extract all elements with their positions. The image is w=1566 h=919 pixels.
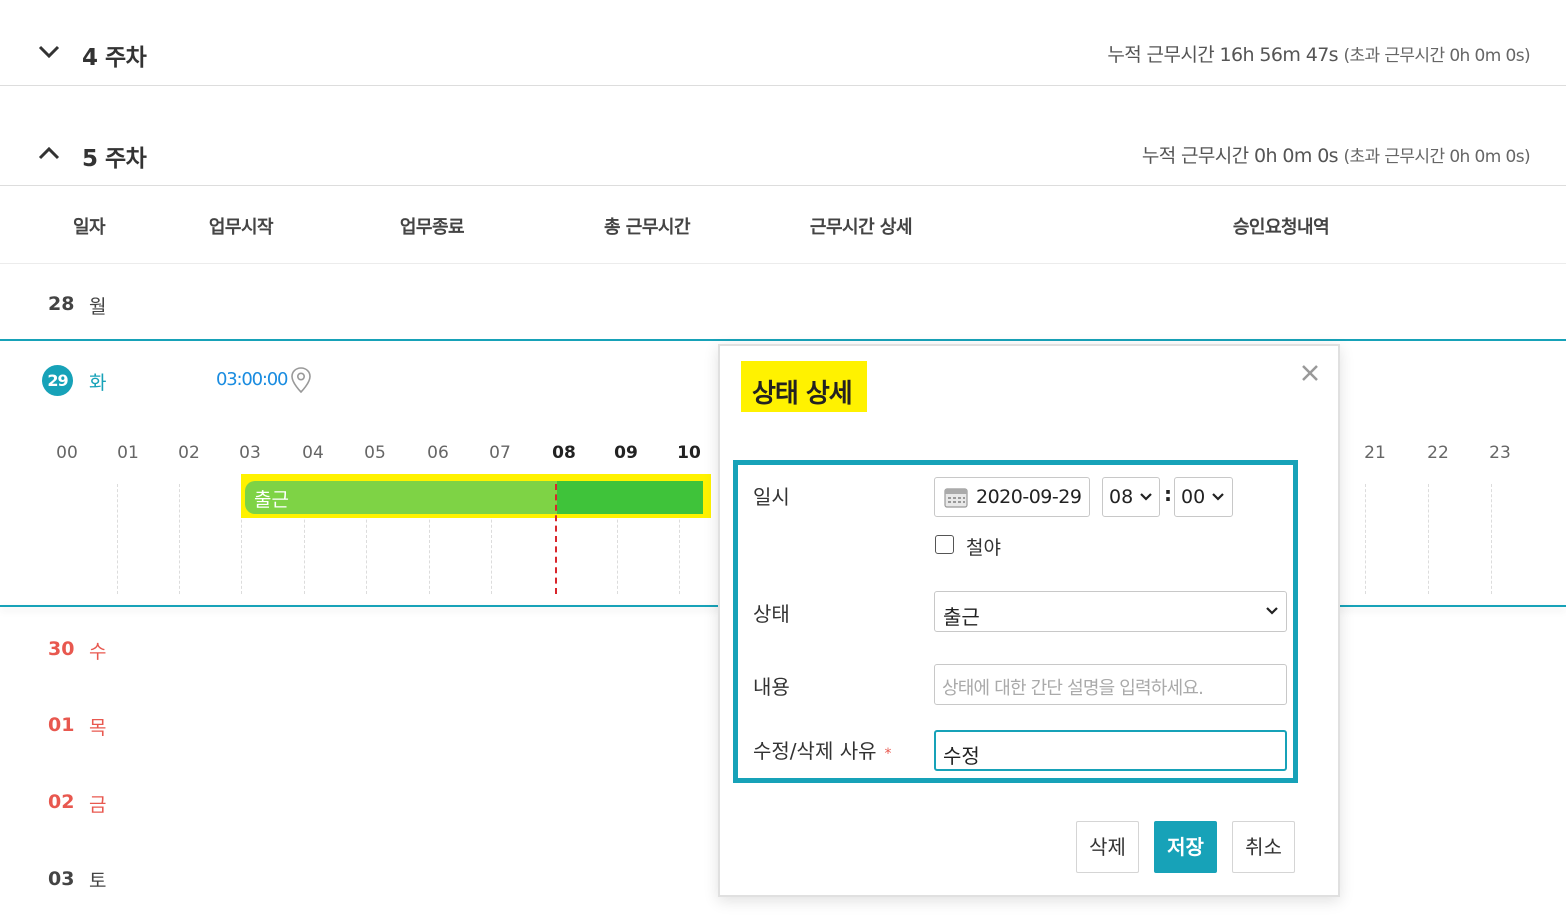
minute-value: 00 — [1181, 486, 1206, 508]
reason-label: 수정/삭제 사유 * — [753, 735, 892, 764]
hour-label: 09 — [614, 443, 638, 463]
hour-label: 01 — [117, 443, 139, 463]
work-status-bar[interactable] — [245, 481, 557, 514]
start-time[interactable]: 03:00:00 — [216, 369, 288, 390]
reason-label-text: 수정/삭제 사유 — [753, 739, 877, 763]
status-label: 상태 — [753, 602, 790, 626]
today-top-border — [0, 339, 1566, 341]
hour-label: 06 — [427, 443, 449, 463]
modal-title: 상태 상세 — [752, 379, 853, 409]
work-bar-label: 출근 — [254, 489, 289, 511]
hour-label: 22 — [1427, 443, 1449, 463]
day-number: 30 — [48, 638, 75, 660]
week-summary: 누적 근무시간 0h 0m 0s (초과 근무시간 0h 0m 0s) — [1141, 141, 1531, 168]
day-name: 금 — [89, 794, 107, 816]
overnight-label[interactable]: 철야 — [966, 533, 1001, 560]
week-4-row[interactable]: 4 주차 누적 근무시간 16h 56m 47s (초과 근무시간 0h 0m … — [0, 0, 1566, 86]
close-icon[interactable] — [1298, 361, 1322, 385]
location-pin-icon[interactable] — [289, 366, 313, 394]
col-header-date: 일자 — [72, 217, 106, 238]
chevron-down-icon — [1140, 493, 1152, 501]
day-name: 토 — [89, 870, 107, 892]
col-header-start: 업무시작 — [208, 217, 274, 238]
divider — [0, 85, 1566, 86]
hour-gridline — [1365, 484, 1366, 594]
divider — [0, 263, 1566, 264]
status-value: 출근 — [943, 605, 980, 629]
hour-label: 03 — [239, 443, 261, 463]
week-5-row[interactable]: 5 주차 누적 근무시간 0h 0m 0s (초과 근무시간 0h 0m 0s) — [0, 120, 1566, 186]
hour-label: 05 — [364, 443, 386, 463]
chevron-down-icon — [1266, 607, 1278, 615]
day-name: 월 — [89, 296, 107, 318]
cumulative-hours: 누적 근무시간 16h 56m 47s — [1107, 44, 1338, 66]
hour-label: 08 — [552, 443, 576, 463]
reason-input[interactable] — [934, 730, 1287, 771]
overtime-hours: (초과 근무시간 0h 0m 0s) — [1343, 147, 1530, 167]
overnight-checkbox[interactable] — [935, 535, 954, 554]
calendar-icon[interactable] — [944, 486, 968, 508]
hour-label: 02 — [178, 443, 200, 463]
content-label: 내용 — [753, 675, 790, 699]
day-name: 수 — [89, 641, 107, 663]
day-number: 02 — [48, 791, 75, 813]
content-placeholder: 상태에 대한 간단 설명을 입력하세요. — [942, 678, 1204, 699]
required-marker: * — [884, 746, 892, 762]
hour-label: 21 — [1364, 443, 1386, 463]
today-badge: 29 — [42, 365, 73, 396]
col-header-total: 총 근무시간 — [603, 217, 691, 238]
datetime-label: 일시 — [753, 485, 790, 509]
hour-label: 10 — [677, 443, 701, 463]
day-number: 01 — [48, 714, 75, 736]
save-button[interactable]: 저장 — [1154, 821, 1217, 873]
overtime-hours: (초과 근무시간 0h 0m 0s) — [1343, 46, 1530, 66]
chevron-down-icon — [1212, 493, 1224, 501]
time-separator: : — [1164, 482, 1172, 506]
cumulative-hours: 누적 근무시간 0h 0m 0s — [1141, 145, 1339, 167]
delete-button[interactable]: 삭제 — [1076, 821, 1139, 873]
hour-label: 23 — [1489, 443, 1511, 463]
col-header-approval: 승인요청내역 — [1232, 217, 1330, 238]
date-value: 2020-09-29 — [976, 486, 1082, 508]
day-name: 목 — [89, 717, 107, 739]
col-header-end: 업무종료 — [399, 217, 465, 238]
day-name: 화 — [89, 372, 107, 394]
day-number: 28 — [48, 293, 75, 315]
week-summary: 누적 근무시간 16h 56m 47s (초과 근무시간 0h 0m 0s) — [1107, 40, 1530, 67]
hour-label: 00 — [56, 443, 78, 463]
hour-gridline — [1491, 484, 1492, 594]
chevron-down-icon[interactable] — [36, 39, 62, 65]
reason-value: 수정 — [943, 744, 980, 768]
col-header-detail: 근무시간 상세 — [809, 217, 913, 238]
cancel-button[interactable]: 취소 — [1232, 821, 1295, 873]
work-status-bar-current[interactable] — [557, 481, 703, 514]
current-time-line — [555, 484, 557, 594]
hour-gridline — [179, 484, 180, 594]
status-select[interactable] — [934, 591, 1287, 632]
hour-label: 07 — [489, 443, 511, 463]
hour-gridline — [1428, 484, 1429, 594]
hour-label: 04 — [302, 443, 324, 463]
week-title: 4 주차 — [82, 45, 147, 71]
hour-value: 08 — [1109, 486, 1134, 508]
week-title: 5 주차 — [82, 146, 147, 172]
divider — [0, 185, 1566, 186]
day-number: 03 — [48, 868, 75, 890]
hour-gridline — [117, 484, 118, 594]
chevron-up-icon[interactable] — [36, 140, 62, 166]
